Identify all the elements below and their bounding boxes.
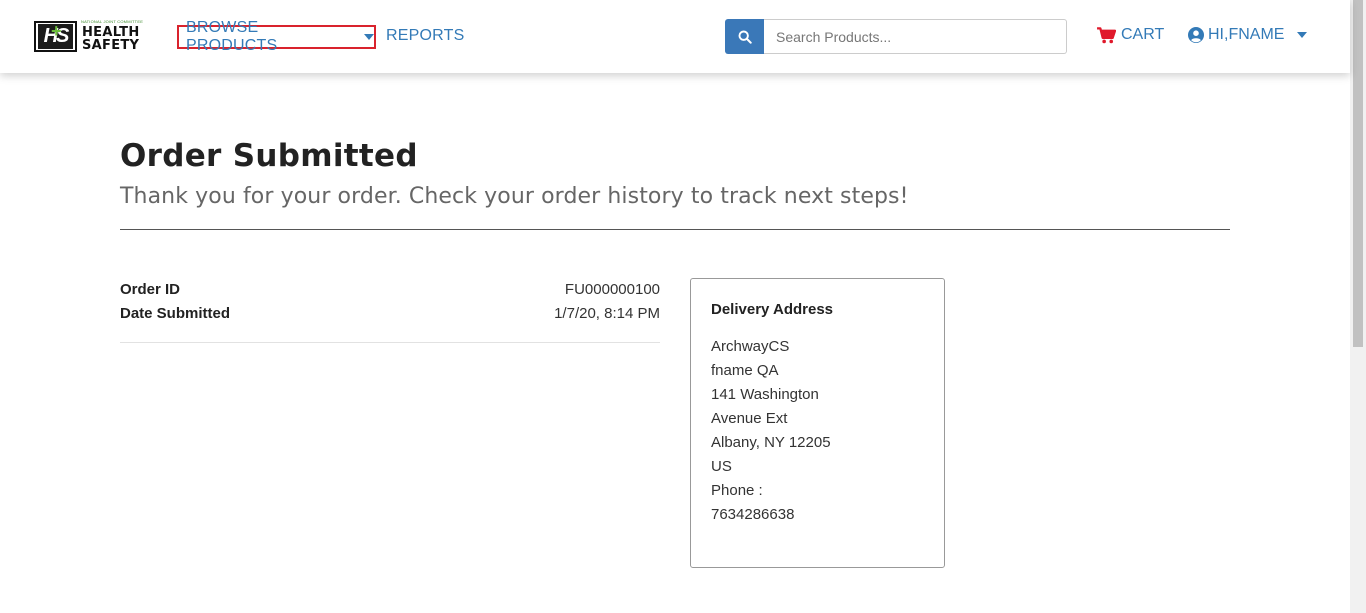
page-subtitle: Thank you for your order. Check your ord… — [120, 184, 909, 209]
search-icon — [738, 30, 752, 44]
address-line: ArchwayCS — [711, 338, 790, 355]
vertical-scrollbar[interactable] — [1350, 0, 1366, 613]
user-menu-dropdown[interactable]: HI,FNAME — [1188, 26, 1308, 44]
date-submitted-value: 1/7/20, 8:14 PM — [554, 305, 660, 322]
address-line: Avenue Ext — [711, 410, 788, 427]
page-title: Order Submitted — [120, 138, 418, 174]
logo-mark: HS + — [34, 21, 77, 52]
title-divider — [120, 229, 1230, 230]
order-info-divider — [120, 342, 660, 343]
search-input[interactable] — [764, 19, 1067, 54]
cart-label: CART — [1121, 26, 1165, 43]
date-submitted-label: Date Submitted — [120, 305, 231, 322]
logo-line-safety: SAFETY — [82, 38, 140, 53]
scrollbar-thumb[interactable] — [1353, 0, 1363, 347]
order-id-label: Order ID — [120, 281, 181, 298]
browse-products-label: BROWSE PRODUCTS — [186, 19, 278, 54]
address-line: fname QA — [711, 362, 779, 379]
address-line: US — [711, 458, 732, 475]
address-line: Albany, NY 12205 — [711, 434, 831, 451]
reports-link[interactable]: REPORTS — [386, 27, 464, 45]
search-button[interactable] — [725, 19, 764, 54]
delivery-address-title: Delivery Address — [711, 301, 834, 318]
address-phone-label: Phone : — [711, 482, 763, 499]
chevron-down-icon — [1297, 32, 1308, 38]
top-navbar: HS + NATIONAL JOINT COMMITTEE HEALTH SAF… — [0, 0, 1350, 73]
user-circle-icon — [1188, 27, 1204, 43]
address-line: 141 Washington — [711, 386, 819, 403]
user-greeting: HI,FNAME — [1208, 26, 1285, 43]
health-safety-logo[interactable]: HS + NATIONAL JOINT COMMITTEE HEALTH SAF… — [34, 19, 154, 54]
shopping-cart-icon — [1097, 26, 1116, 43]
address-phone-number: 7634286638 — [711, 506, 795, 523]
logo-tagline: NATIONAL JOINT COMMITTEE — [81, 19, 144, 24]
page: HS + NATIONAL JOINT COMMITTEE HEALTH SAF… — [0, 0, 1366, 613]
search-bar — [725, 19, 1067, 54]
logo-plus-icon: + — [51, 21, 62, 41]
browse-products-dropdown[interactable]: BROWSE PRODUCTS — [177, 19, 376, 54]
chevron-down-icon — [364, 34, 374, 40]
order-id-value: FU000000100 — [564, 281, 660, 298]
delivery-address-card: Delivery Address ArchwayCS fname QA 141 … — [690, 278, 945, 568]
cart-link[interactable]: CART — [1097, 26, 1164, 44]
